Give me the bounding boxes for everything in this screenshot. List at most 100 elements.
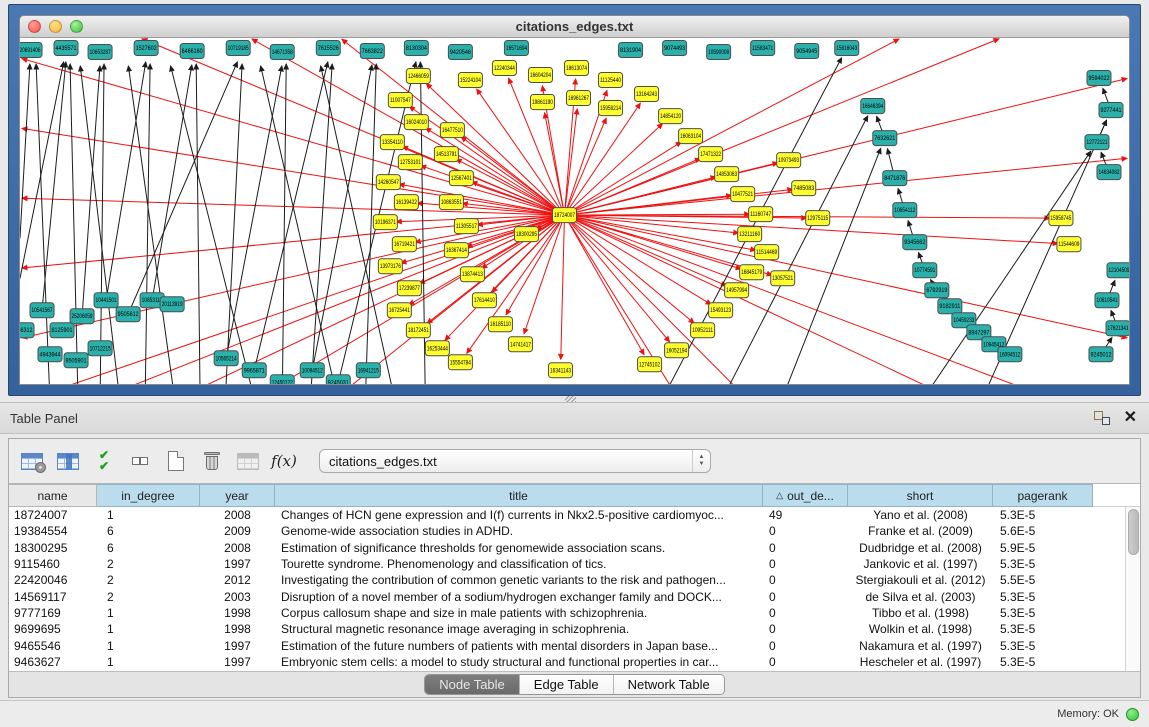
graph-node[interactable]: 9505901	[64, 353, 88, 368]
graph-node[interactable]: 10712215	[88, 341, 112, 356]
graph-node[interactable]: 11544609	[1057, 237, 1081, 252]
graph-node[interactable]: 9965871	[242, 363, 266, 378]
graph-node[interactable]: 16571604	[504, 41, 528, 56]
graph-node[interactable]: 12450122	[270, 375, 294, 385]
graph-node[interactable]: 11305517	[454, 219, 478, 234]
graph-node[interactable]: 9277441	[1099, 103, 1123, 118]
citation-edge-black[interactable]	[196, 64, 200, 385]
graph-node[interactable]: 10973493	[777, 153, 801, 168]
graph-node[interactable]: 12975115	[806, 211, 830, 226]
graph-node[interactable]: 16063104	[679, 129, 703, 144]
graph-node[interactable]: 15958745	[1049, 211, 1073, 226]
graph-node[interactable]: 16845179	[740, 265, 764, 280]
graph-node[interactable]: 11514469	[755, 245, 779, 260]
citation-edge-black[interactable]	[225, 64, 242, 385]
vertical-scrollbar[interactable]	[1125, 507, 1140, 671]
graph-node[interactable]: 8130304	[404, 41, 428, 56]
graph-node[interactable]: 16341143	[548, 363, 572, 378]
citation-edge-black[interactable]	[36, 64, 50, 385]
select-all-check-icon[interactable]: ✔✔	[89, 446, 119, 476]
graph-node[interactable]: 9420546	[448, 45, 472, 60]
graph-node[interactable]: 16094512	[998, 347, 1022, 362]
graph-node[interactable]: 11583471	[751, 41, 775, 56]
tab-edge-table[interactable]: Edge Table	[520, 675, 614, 694]
citation-edge-red[interactable]	[564, 215, 1127, 338]
graph-node[interactable]: 16024010	[404, 115, 428, 130]
citation-edge-black[interactable]	[106, 62, 146, 300]
network-canvas[interactable]: 1872400718300295124660591100754716024010…	[20, 38, 1129, 385]
graph-node[interactable]: 16646394	[861, 99, 885, 114]
graph-node[interactable]: 10610541	[1095, 293, 1119, 308]
graph-node[interactable]: 7615526	[316, 41, 340, 56]
graph-node[interactable]: 17471322	[699, 147, 723, 162]
graph-node[interactable]: 10565214	[214, 351, 238, 366]
graph-node[interactable]: 14513791	[434, 147, 458, 162]
graph-node[interactable]: 7663822	[360, 44, 384, 59]
graph-node[interactable]: 10477521	[731, 187, 755, 202]
citation-edge-black[interactable]	[312, 65, 372, 370]
graph-node[interactable]: 12745102	[638, 357, 662, 372]
graph-node[interactable]: 13211160	[738, 227, 762, 242]
graph-node[interactable]: 10441501	[94, 293, 118, 308]
graph-node[interactable]: 15958214	[599, 101, 623, 116]
graph-node[interactable]: 13874413	[460, 267, 484, 282]
citation-edge-red[interactable]	[564, 158, 1127, 215]
graph-node[interactable]: 9182911	[938, 299, 962, 314]
graph-node[interactable]: 14957994	[725, 283, 749, 298]
graph-node[interactable]: 14634082	[1097, 165, 1121, 180]
graph-node[interactable]: 13164243	[635, 87, 659, 102]
graph-node[interactable]: 15224104	[458, 73, 482, 88]
citation-edge-red[interactable]	[545, 113, 565, 215]
graph-node[interactable]: 11007547	[388, 93, 412, 108]
float-panel-icon[interactable]	[1094, 411, 1110, 425]
citation-edge-black[interactable]	[20, 62, 64, 278]
citation-edge-red[interactable]	[564, 39, 999, 215]
graph-node[interactable]: 10196371	[373, 215, 397, 230]
graph-node[interactable]: 14260547	[376, 175, 400, 190]
graph-node[interactable]: 7632621	[873, 131, 897, 146]
graph-node[interactable]: 14671358	[270, 45, 294, 60]
graph-node[interactable]: 16941215	[356, 363, 380, 378]
table-selector-dropdown[interactable]: citations_edges.txt ▲▼	[319, 449, 711, 473]
citation-edge-black[interactable]	[310, 64, 332, 385]
graph-node[interactable]: 12240344	[492, 61, 516, 76]
table-row[interactable]: 911546021997Tourette syndrome. Phenomeno…	[9, 556, 1125, 572]
graph-node[interactable]: 10774591	[913, 263, 937, 278]
graph-node[interactable]: 10952111	[691, 323, 715, 338]
graph-node[interactable]: 20113919	[160, 297, 184, 312]
citation-edge-black[interactable]	[128, 62, 237, 314]
table-row[interactable]: 1456911722003Disruption of a novel membe…	[9, 588, 1125, 604]
col-header-title[interactable]: title	[275, 484, 763, 507]
graph-node[interactable]: 9074493	[663, 41, 687, 56]
graph-node[interactable]: 10541567	[30, 303, 54, 318]
row-boxes-icon[interactable]	[125, 446, 155, 476]
citation-edge-red[interactable]	[561, 215, 565, 359]
table-row[interactable]: 1830029562008Estimation of significance …	[9, 540, 1125, 556]
graph-node[interactable]: 16961267	[566, 91, 590, 106]
graph-node[interactable]: 14741417	[508, 337, 532, 352]
minimize-traffic-light-icon[interactable]	[49, 20, 62, 33]
delete-trash-icon[interactable]	[197, 446, 227, 476]
citation-graph[interactable]: 1872400718300295124660591100754716024010…	[20, 38, 1129, 385]
citation-edge-black[interactable]	[152, 65, 192, 300]
graph-node[interactable]: 18300295	[514, 227, 538, 242]
graph-node[interactable]: 16719421	[392, 237, 416, 252]
graph-node[interactable]: 12567401	[449, 171, 473, 186]
graph-node[interactable]: 16477510	[440, 123, 464, 138]
graph-node[interactable]: 9594022	[1087, 71, 1111, 86]
graph-node[interactable]: 17621341	[1106, 321, 1129, 336]
graph-node[interactable]: 10719185	[226, 41, 250, 56]
graph-node[interactable]: 12753101	[398, 155, 422, 170]
graph-node[interactable]: 4435571	[54, 41, 78, 56]
function-builder-icon[interactable]: f(x)	[269, 446, 299, 476]
graph-node[interactable]: 17239877	[397, 281, 421, 296]
graph-node[interactable]: 9245012	[1089, 347, 1113, 362]
citation-edge-red[interactable]	[564, 215, 726, 286]
graph-node[interactable]: 9054945	[795, 44, 819, 59]
col-header-in_degree[interactable]: in_degree	[97, 484, 200, 507]
graph-node[interactable]: 9345662	[903, 235, 927, 250]
zoom-traffic-light-icon[interactable]	[70, 20, 83, 33]
close-traffic-light-icon[interactable]	[28, 20, 41, 33]
graph-node[interactable]: 17614410	[472, 293, 496, 308]
citation-edge-red[interactable]	[409, 106, 564, 215]
